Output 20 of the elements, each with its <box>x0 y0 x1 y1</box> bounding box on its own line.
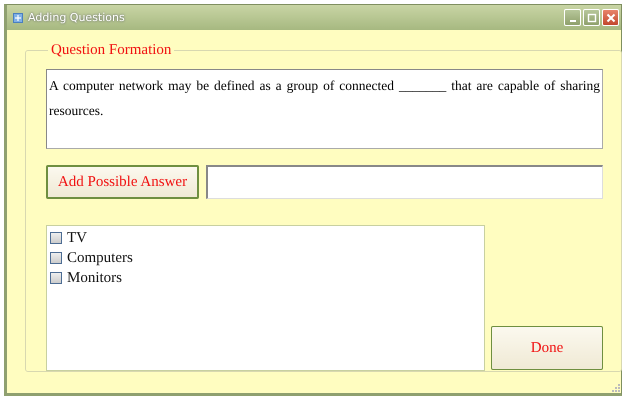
checkbox[interactable] <box>50 232 62 244</box>
answer-label: TV <box>67 230 87 246</box>
close-icon <box>606 12 616 22</box>
group-title: Question Formation <box>50 42 172 59</box>
done-button[interactable]: Done <box>491 326 603 370</box>
question-field[interactable]: A computer network may be defined as a group of connected _______ that are capable of sharing resources. <box>46 69 603 149</box>
window-title: Adding Questions <box>28 11 125 24</box>
checkbox[interactable] <box>50 272 62 284</box>
app-icon <box>13 12 23 22</box>
minimize-icon <box>570 20 576 22</box>
resize-grip-icon <box>612 384 620 392</box>
close-button[interactable] <box>602 9 619 26</box>
minimize-button[interactable] <box>564 9 581 26</box>
add-answer-button[interactable]: Add Possible Answer <box>46 165 199 199</box>
answer-label: Computers <box>67 250 133 266</box>
maximize-icon <box>586 12 596 22</box>
answer-input-field[interactable] <box>206 165 603 199</box>
maximize-button[interactable] <box>583 9 600 26</box>
answer-label: Monitors <box>67 270 122 286</box>
checkbox[interactable] <box>50 252 62 264</box>
